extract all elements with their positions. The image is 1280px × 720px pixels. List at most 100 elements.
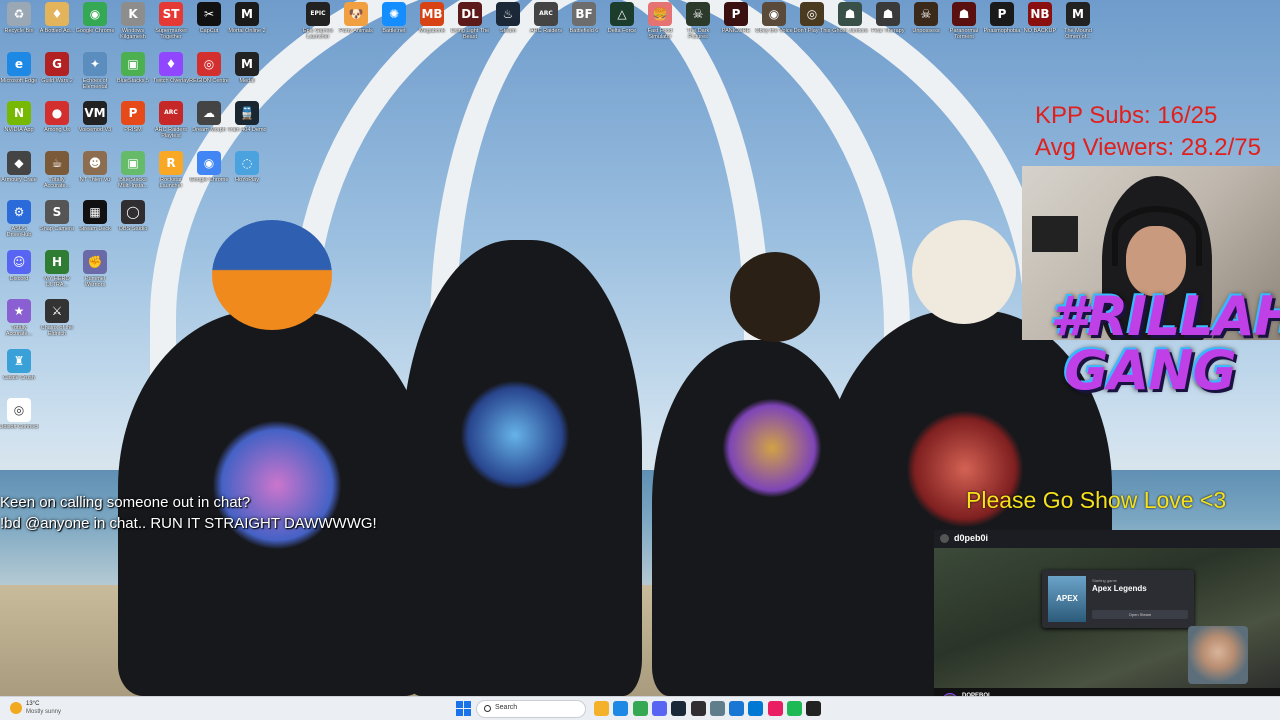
desktop-icon[interactable]: ♨ Steam <box>488 2 528 48</box>
desktop-icon-label: Armoury Crate <box>1 176 37 183</box>
desktop-icon[interactable]: ★ Totally Accurate... <box>0 299 39 345</box>
desktop-icon-label: ARC Raiders Playtest <box>154 127 188 139</box>
photos-icon[interactable] <box>767 701 783 716</box>
voicemod-icon: VM <box>83 101 107 125</box>
desktop-icon[interactable]: ♦ A Bottled Ad... <box>37 2 77 48</box>
desktop-icon[interactable]: ✦ Echoes of Elemental <box>75 51 115 98</box>
stream-preview[interactable]: d0peb0i APEX Starting game Apex Legends … <box>934 530 1280 696</box>
desktop-icon[interactable]: △ Delta Force <box>602 2 642 48</box>
desktop-icon[interactable]: ST Supermarket Together <box>151 2 191 48</box>
start-button[interactable] <box>456 701 471 716</box>
desktop-icon[interactable]: ◉ Google Chrome <box>189 150 229 197</box>
desktop-icon[interactable]: M The Mound Omen of... <box>1058 2 1098 48</box>
desktop-icon-label: Totally Accurate... <box>43 176 71 189</box>
desktop-icon-label: Discord <box>9 275 29 282</box>
desktop-icon[interactable]: ARC ARC Raiders <box>526 2 566 48</box>
desktop-icon[interactable]: ● Among Us <box>37 101 77 147</box>
stream-channel-name: d0peb0i <box>954 533 989 543</box>
desktop-icon[interactable]: ☕ Totally Accurate... <box>37 150 77 197</box>
desktop-icon[interactable]: P PRISM <box>113 101 153 147</box>
desktop-icon[interactable]: ☁ Dream Morph <box>189 101 229 147</box>
popup-open-button[interactable]: Open Steam <box>1092 610 1188 619</box>
avg-viewers-label: Avg Viewers: 28.2/75 <box>1035 134 1261 161</box>
desktop-icon[interactable]: ◆ Armoury Crate <box>0 150 39 197</box>
desktop-icon[interactable]: 🐶 Party Animals <box>336 2 376 48</box>
game-icon: ✊ <box>83 249 107 274</box>
desktop-icon[interactable]: S Snap Camera <box>37 200 77 246</box>
chrome-icon[interactable] <box>632 701 648 716</box>
desktop-icon-label: Voicemod V3 <box>78 127 112 133</box>
desktop-icon[interactable]: ◉ Obey the Voice <box>754 2 794 48</box>
desktop-icon[interactable]: ☗ Paranormal Torment <box>944 2 984 48</box>
obs-icon: ◯ <box>121 200 145 224</box>
desktop-icon[interactable]: ♜ Castle Crush <box>0 348 39 395</box>
game-icon: 🐶 <box>344 2 368 26</box>
desktop-icon[interactable]: ◎ Don't Play This <box>792 2 832 48</box>
desktop-icon[interactable]: K Windows Kilgamesh <box>113 2 153 48</box>
popup-status: Starting game <box>1092 578 1117 583</box>
spotify-icon[interactable] <box>787 701 802 716</box>
mail-icon[interactable] <box>748 701 764 716</box>
edge-icon[interactable] <box>613 701 629 716</box>
desktop-icon[interactable]: ◎ REGION Centre <box>189 51 229 98</box>
file-explorer-icon[interactable] <box>594 701 609 716</box>
desktop-icon[interactable]: ♦ Twitch Overlay <box>151 51 191 98</box>
desktop-icon[interactable]: ☺ Discord <box>0 249 39 296</box>
desktop-icon[interactable]: BF Battlefield 6 <box>564 2 604 48</box>
desktop-icon[interactable]: VM Voicemod V3 <box>75 101 115 147</box>
desktop-icon[interactable]: ▦ Stream Deck <box>75 200 115 246</box>
weather-widget[interactable]: 13°C Mostly sunny <box>10 700 90 718</box>
desktop-icon[interactable]: 🚆 Train 404 Demo <box>227 101 267 147</box>
desktop-icon[interactable]: ☠ The Dark Pictures <box>678 2 718 48</box>
desktop-icon[interactable]: MB Megabonk <box>412 2 452 48</box>
desktop-icon[interactable]: P Phasmophobia <box>982 2 1022 48</box>
desktop-icon[interactable]: ⚔ Chains of the Eldritch <box>37 299 77 345</box>
desktop-icon[interactable]: ◉ Google Chrome <box>75 2 115 48</box>
desktop-icon[interactable]: ⚙ ASUS DriverHub <box>0 200 39 246</box>
desktop-icon[interactable]: ◎ Ubisoft Connect <box>0 398 39 444</box>
desktop-icon[interactable]: M Medal <box>227 51 267 98</box>
desktop-icon[interactable]: e Microsoft Edge <box>0 51 39 98</box>
game-icon: BF <box>572 2 596 26</box>
bluestacks-icon: ▣ <box>121 150 145 175</box>
desktop-icon[interactable]: ☗ Fear Therapy <box>868 2 908 48</box>
desktop-icon[interactable]: ☠ Unpossess <box>906 2 946 48</box>
wallpaper-curly-hair <box>730 252 820 342</box>
steam-icon[interactable] <box>671 701 687 716</box>
store-icon[interactable] <box>729 701 745 716</box>
desktop-icon-label: MY HERO ULTRA... <box>44 275 70 288</box>
desktop-icon-label: Battlefield 6 <box>569 28 599 34</box>
taskbar-search[interactable]: Search <box>476 700 586 718</box>
desktop-icon[interactable]: ▣ BlueStacks Multi-Insta... <box>113 150 153 197</box>
discord-icon[interactable] <box>651 701 667 716</box>
obs-icon[interactable] <box>690 701 706 716</box>
desktop-icon[interactable]: NB NO BACKUP <box>1020 2 1060 48</box>
desktop-icon-label: A Bottled Ad... <box>39 28 75 34</box>
desktop-icon[interactable]: G Guild Wars 2 <box>37 51 77 98</box>
desktop-icon[interactable]: ☗ Ghost Janitors <box>830 2 870 48</box>
desktop-icon[interactable]: ◌ HoYoPlay <box>227 150 267 197</box>
desktop-icon[interactable]: ♻ Recycle Bin <box>0 2 39 48</box>
desktop-icon[interactable]: ✊ Pummel Warriors <box>75 249 115 296</box>
desktop-icon[interactable]: R Rockstar Launcher <box>151 150 191 197</box>
desktop-icon[interactable]: N NVIDIA App <box>0 101 39 147</box>
desktop-icon[interactable]: ✂ CapCut <box>189 2 229 48</box>
game-icon: H <box>45 249 69 274</box>
desktop-icon[interactable]: ARC ARC Raiders Playtest <box>151 101 191 147</box>
desktop-icon[interactable]: P PANICORE <box>716 2 756 48</box>
wallpaper-beanie <box>912 220 1016 324</box>
desktop-icon[interactable]: 🍔 Fast Food Simulator <box>640 2 680 48</box>
desktop-icon[interactable]: EPIC Epic Games Launcher <box>298 2 338 48</box>
kpp-stats: KPP Subs: 16/25 Avg Viewers: 28.2/75 <box>1035 100 1261 164</box>
desktop-icon[interactable]: DL Dying Light The Beast <box>450 2 490 48</box>
desktop-icon[interactable]: ☻ NT Thien Vu <box>75 150 115 197</box>
desktop-icon[interactable]: ▣ BlueStacks 5 <box>113 51 153 98</box>
desktop-icon[interactable]: H MY HERO ULTRA... <box>37 249 77 296</box>
desktop-icon[interactable]: ◯ OBS Studio <box>113 200 153 246</box>
terminal-icon[interactable] <box>806 701 822 716</box>
medal-icon: M <box>235 51 259 76</box>
desktop-icon[interactable]: ✺ Battle.net <box>374 2 414 48</box>
desktop-icon[interactable]: M Mortal Online 2 <box>227 2 267 48</box>
desktop-icon-label: NVIDIA App <box>4 127 34 133</box>
settings-icon[interactable] <box>709 701 725 716</box>
